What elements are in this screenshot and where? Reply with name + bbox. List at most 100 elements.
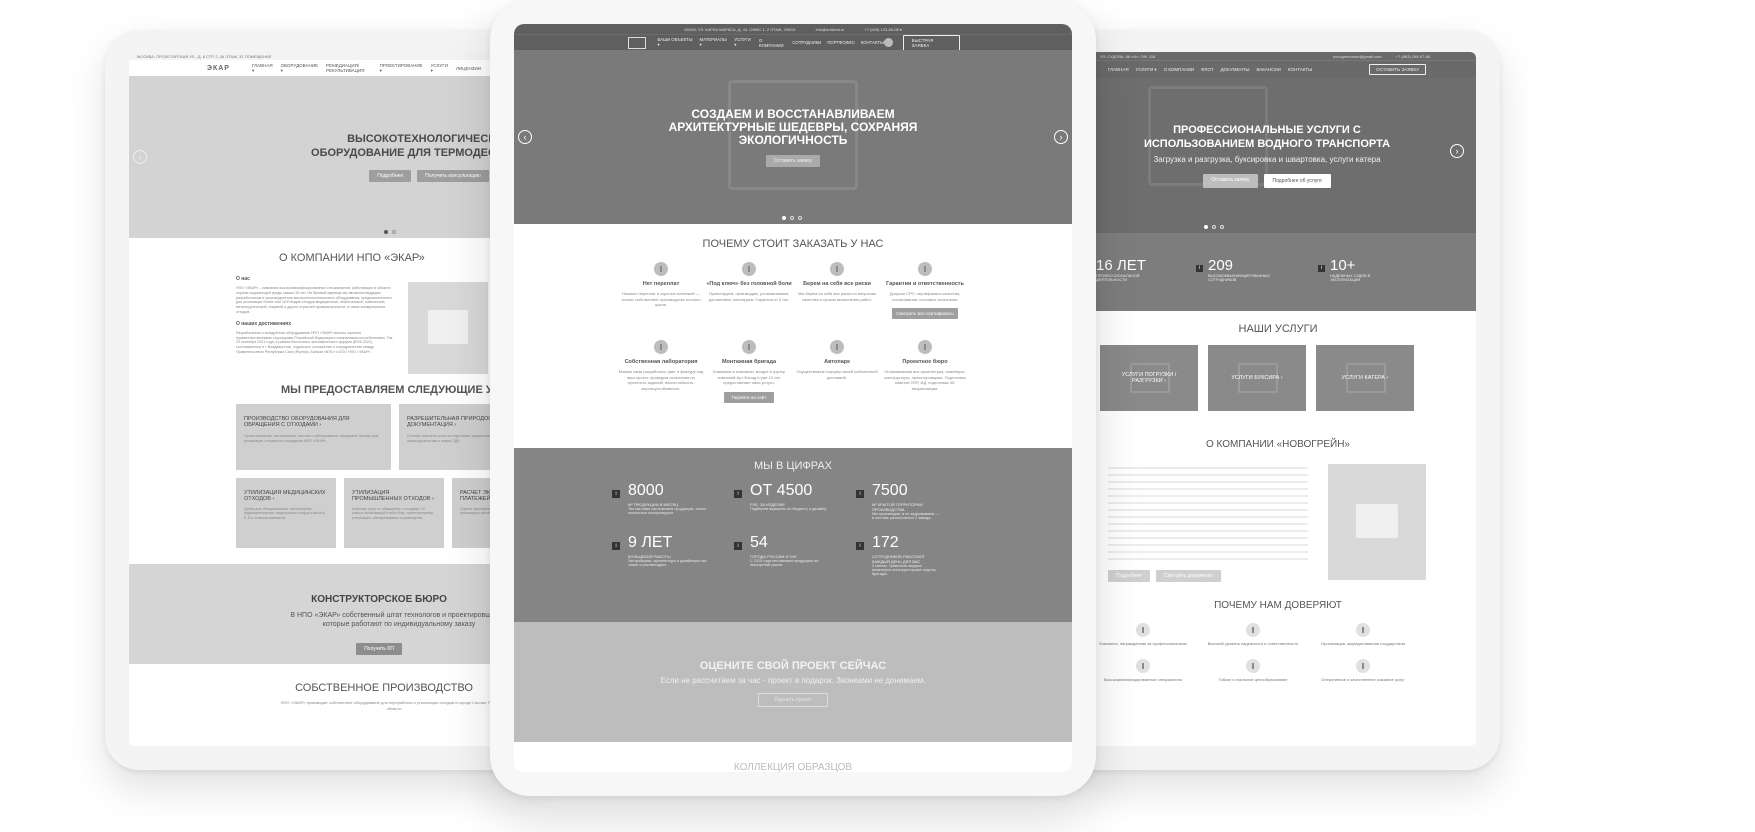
right-topbar-phone[interactable]: +7 (863) 298-97-88	[1396, 54, 1430, 59]
right-about-docs-button[interactable]: Смотреть документы	[1155, 570, 1221, 582]
right-service-label: УСЛУГИ КАТЕРА ›	[1341, 375, 1389, 381]
right-nav-item[interactable]: ФЛОТ	[1201, 67, 1213, 72]
left-hero-details-button[interactable]: Подробнее	[369, 170, 412, 182]
advantage-icon	[742, 262, 756, 276]
info-icon: i	[734, 542, 742, 550]
center-why-item: Нет переплат Никаких переплат и скрытых п…	[618, 262, 704, 320]
center-nav-item[interactable]: СОТРУДНИКИ	[792, 40, 821, 45]
center-nav-item[interactable]: ВАШИ ОБЪЕКТЫ ▾	[658, 37, 694, 48]
center-stat-text: Мы производим, в не задерживаем — в сост…	[872, 512, 940, 520]
right-stat-value: 10+	[1330, 257, 1356, 274]
right-stat-label: НАДЕЖНЫХ СУДОВ В ЭКСПЛУАТАЦИИ	[1330, 274, 1371, 282]
center-stat: i9 ЛЕТ КОЛЬЦЕВОЙ РАБОТЫ Застройщики, архит…	[610, 534, 732, 576]
left-logo[interactable]: ЭКАР	[207, 65, 230, 72]
info-icon: i	[734, 490, 742, 498]
right-nav-item[interactable]: КОНТАКТЫ	[1288, 67, 1312, 72]
info-icon: i	[612, 542, 620, 550]
left-about-text-1: НПО «ЭКАР» – компания высококвалифициров…	[236, 286, 392, 314]
left-nav-item[interactable]: ЛИЦЕНЗИИ	[456, 66, 481, 71]
advantage-icon	[742, 340, 756, 354]
center-go-to-site-button[interactable]: Перейти на сайт	[723, 391, 775, 403]
right-trust-item: Организация, аккредитованная государство…	[1308, 623, 1418, 647]
info-icon: i	[1318, 265, 1325, 272]
center-why-item: Берем на себя все риски Мы берем на себя …	[794, 262, 880, 320]
left-hero-prev-arrow[interactable]: ‹	[133, 150, 147, 164]
center-hero-request-button[interactable]: Оставить заявку	[765, 154, 821, 167]
left-hero-consult-button[interactable]: Получить консультацию	[417, 170, 489, 182]
center-cta: ОЦЕНИТЕ СВОЙ ПРОЕКТ СЕЙЧАС Если не рассч…	[514, 622, 1072, 742]
center-cta-button[interactable]: Оценить проект	[757, 693, 829, 707]
right-topbar-address: УЛ. СУДОВА, 88 «А», ОФ. 116	[1100, 53, 1156, 59]
left-nav-item[interactable]: ПРОЕКТИРОВАНИЕ ▾	[380, 63, 423, 74]
right-about-details-button[interactable]: Подробнее	[1108, 570, 1150, 582]
right-stat-value: 16 ЛЕТ	[1096, 257, 1146, 274]
center-why-item-text: Никаких переплат и скрытых платежей — то…	[621, 291, 701, 307]
center-cta-title: ОЦЕНИТЕ СВОЙ ПРОЕКТ СЕЙЧАС	[699, 660, 887, 672]
center-stat-text: С 2015 года поставляем продукцию на эксп…	[750, 559, 819, 567]
right-service-label: УСЛУГИ БУКСИРА ›	[1231, 375, 1283, 381]
advantage-icon	[830, 262, 844, 276]
right-trust-text: Организация, аккредитованная государство…	[1320, 641, 1406, 646]
left-nav-item[interactable]: ГЛАВНАЯ ▾	[252, 63, 273, 74]
center-why-item-title: Нет переплат	[642, 281, 680, 287]
left-service-card[interactable]: УТИЛИЗАЦИЯ ПРОМЫШЛЕННЫХ ОТХОДОВ › Компле…	[344, 478, 444, 548]
advantage-icon	[654, 340, 668, 354]
right-nav-request-button[interactable]: ОСТАВИТЬ ЗАЯВКУ	[1369, 64, 1426, 75]
left-nav-item[interactable]: УСЛУГИ ▾	[431, 63, 448, 74]
center-logo-icon[interactable]	[628, 36, 646, 49]
center-why-item: Собственная лаборатория Можем сами разраб…	[618, 340, 704, 404]
right-hero-details-button[interactable]: Подробнее об услуге	[1263, 174, 1331, 188]
center-nav-item[interactable]: ПОРТФОЛИО	[827, 40, 854, 45]
center-quick-request-button[interactable]: БЫСТРАЯ ЗАЯВКА	[902, 34, 960, 51]
center-topbar-email[interactable]: info@arhtrest.ru	[816, 27, 845, 32]
left-nav-item[interactable]: ОБОРУДОВАНИЕ ▾	[281, 63, 318, 74]
center-stat: i 172 СОТРУДНИКОВ РАБОТАЮТ КАЖДЫЙ ДЕНЬ ДЛЯ…	[854, 534, 976, 576]
left-nav-item[interactable]: РЕМЕДИАЦИЯ/РЕКУЛЬТИВАЦИЯ	[326, 63, 372, 73]
center-hero-next-arrow[interactable]: ›	[1054, 130, 1068, 144]
right-service-card[interactable]: УСЛУГИ КАТЕРА ›	[1316, 345, 1414, 411]
right-topbar-email[interactable]: novogreinorion@gmail.com	[1333, 54, 1382, 59]
screen-center[interactable]: ОМСК, УЛ. КАРЛА МАРКСА, Д. 44, ОФИС 1, 2…	[514, 24, 1072, 772]
center-next-title: КОЛЛЕКЦИЯ ОБРАЗЦОВ	[733, 762, 853, 772]
center-hero-dots[interactable]	[782, 216, 802, 220]
center-topbar-phone[interactable]: +7 (905) 123-65-08 ▾	[864, 27, 901, 32]
center-why-item-text: Осуществляем погрузку своей собственной …	[796, 369, 878, 380]
center-stat-text: Застройщики, архитекторы и дизайнеры нас…	[628, 559, 707, 567]
image-placeholder-icon	[1356, 504, 1398, 538]
left-hero-dots[interactable]	[384, 230, 396, 234]
left-bureau-kp-button[interactable]: Получить КП	[356, 643, 402, 655]
center-nav-item[interactable]: О КОМПАНИИ	[759, 38, 786, 48]
center-certificates-button[interactable]: Смотреть все сертификаты	[892, 308, 958, 319]
left-service-card[interactable]: ПРОИЗВОДСТВО ОБОРУДОВАНИЯ ДЛЯ ОБРАЩЕНИЯ …	[236, 404, 391, 470]
center-search-icon[interactable]	[883, 38, 893, 47]
center-stats-title: МЫ В ЦИФРАХ	[753, 460, 833, 472]
center-why-item-title: Собственная лаборатория	[624, 359, 698, 365]
right-nav-item[interactable]: ДОКУМЕНТЫ	[1221, 67, 1250, 72]
right-stat-value: 209	[1208, 257, 1234, 274]
center-topbar-address: ОМСК, УЛ. КАРЛА МАРКСА, Д. 44, ОФИС 1, 2…	[684, 26, 796, 32]
right-hero-dots[interactable]	[1204, 225, 1224, 229]
center-hero-prev-arrow[interactable]: ‹	[518, 130, 532, 144]
right-hero-next-arrow[interactable]: ›	[1450, 144, 1464, 158]
left-service-card[interactable]: УТИЛИЗАЦИЯ МЕДИЦИНСКИХ ОТХОДОВ › Приём д…	[236, 478, 336, 548]
right-nav-item[interactable]: ГЛАВНАЯ	[1108, 67, 1129, 72]
left-about-image	[408, 282, 488, 374]
right-service-card[interactable]: УСЛУГИ ПОГРУЗКИ / РАЗГРУЗКИ ›	[1100, 345, 1198, 411]
info-icon: i	[612, 490, 620, 498]
right-nav-item[interactable]: ВАКАНСИИ	[1256, 67, 1280, 72]
center-why-item: «Под ключ» без головной боли Проектируем,…	[706, 262, 792, 320]
trust-icon	[1136, 623, 1150, 637]
right-nav-item[interactable]: О КОМПАНИИ	[1164, 67, 1195, 72]
center-nav-item[interactable]: МАТЕРИАЛЫ ▾	[700, 37, 729, 48]
right-hero-subtitle: Загрузка и разгрузка, буксировка и шварт…	[1153, 155, 1381, 164]
left-bureau-title: КОНСТРУКТОРСКОЕ БЮРО	[311, 594, 447, 605]
right-hero-request-button[interactable]: Оставить заявку	[1203, 174, 1258, 188]
center-nav-item[interactable]: УСЛУГИ ▾	[734, 37, 753, 48]
trust-icon	[1136, 658, 1150, 673]
left-production-text: НПО «ЭКАР» производит собственное оборуд…	[280, 700, 508, 711]
right-service-card[interactable]: УСЛУГИ БУКСИРА ›	[1208, 345, 1306, 411]
center-nav-item[interactable]: КОНТАКТЫ	[861, 40, 884, 45]
right-trust-text: Гибкое и лояльное ценообразование	[1218, 676, 1288, 682]
center-why-item-title: Берем на себя все риски	[803, 281, 871, 287]
right-nav-item[interactable]: УСЛУГИ ▾	[1136, 67, 1157, 73]
